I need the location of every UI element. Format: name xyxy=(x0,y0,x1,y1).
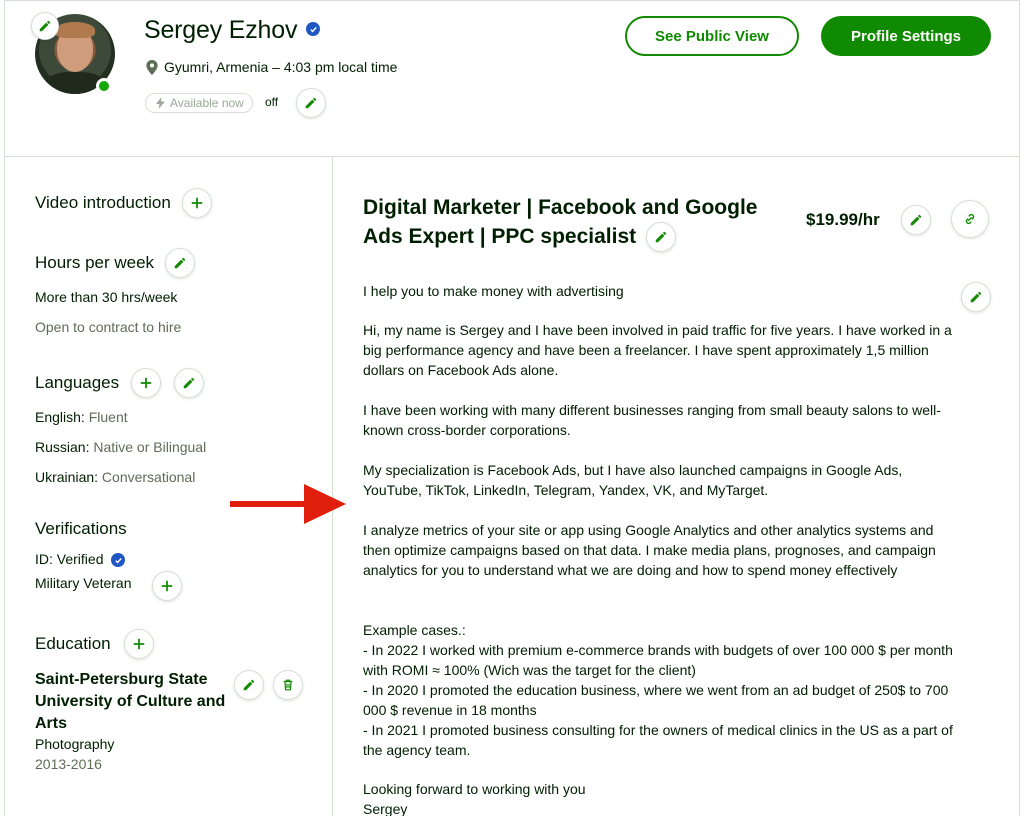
education-title: Education xyxy=(35,634,111,653)
trash-icon xyxy=(283,679,293,691)
language-item: Ukrainian: Conversational xyxy=(35,469,195,485)
overview-paragraph: I help you to make money with advertisin… xyxy=(363,283,624,299)
hours-title: Hours per week xyxy=(35,253,155,272)
arrow-annotation xyxy=(230,484,346,524)
location: Gyumri, Armenia – 4:03 pm local time xyxy=(146,59,397,75)
online-status-dot xyxy=(96,78,112,94)
edit-hours-button[interactable] xyxy=(165,248,195,278)
pencil-icon xyxy=(39,20,51,32)
edit-title-button[interactable] xyxy=(646,222,676,252)
edit-languages-button[interactable] xyxy=(174,368,204,398)
language-level: Fluent xyxy=(88,409,128,425)
verified-check-icon xyxy=(306,22,320,36)
pencil-icon xyxy=(910,214,922,226)
hours-value: More than 30 hrs/week xyxy=(35,289,178,305)
verified-check-icon xyxy=(111,553,125,567)
add-military-button[interactable] xyxy=(152,571,182,601)
overview-paragraph: I analyze metrics of your site or app us… xyxy=(363,522,936,578)
add-education-button[interactable] xyxy=(124,629,154,659)
header-divider xyxy=(4,156,1020,157)
pencil-icon xyxy=(655,231,667,243)
plus-icon xyxy=(161,580,173,592)
add-language-button[interactable] xyxy=(131,368,161,398)
overview-paragraph: Looking forward to working with you xyxy=(363,781,586,797)
overview-paragraph: - In 2020 I promoted the education busin… xyxy=(363,682,949,718)
language-item: Russian: Native or Bilingual xyxy=(35,439,206,455)
languages-title: Languages xyxy=(35,373,120,392)
plus-icon xyxy=(133,638,145,650)
language-level: Conversational xyxy=(101,469,196,485)
overview-paragraph: Sergey xyxy=(363,801,408,816)
link-icon xyxy=(965,213,975,225)
overview-paragraph: - In 2022 I worked with premium e-commer… xyxy=(363,642,953,678)
video-intro-title: Video introduction xyxy=(35,193,171,212)
overview-paragraph: I have been working with many different … xyxy=(363,402,941,438)
location-text: Gyumri, Armenia – 4:03 pm local time xyxy=(164,59,398,75)
availability-state: off xyxy=(265,95,279,109)
id-verified-label: ID: Verified xyxy=(35,551,104,567)
pencil-icon xyxy=(970,291,982,303)
education-years: 2013-2016 xyxy=(35,756,102,772)
language-name: English: xyxy=(35,409,85,425)
lightning-icon xyxy=(156,97,165,109)
overview-paragraph: - In 2021 I promoted business consulting… xyxy=(363,722,953,758)
language-item: English: Fluent xyxy=(35,409,128,425)
edit-availability-button[interactable] xyxy=(296,88,326,118)
profile-title: Digital Marketer | Facebook and Google A… xyxy=(363,196,758,248)
profile-settings-button[interactable]: Profile Settings xyxy=(821,16,991,56)
verifications-title: Verifications xyxy=(35,519,127,538)
profile-name: Sergey Ezhov xyxy=(144,16,298,44)
pencil-icon xyxy=(305,97,317,109)
pencil-icon xyxy=(243,679,255,691)
edit-rate-button[interactable] xyxy=(901,205,931,235)
overview-paragraph: Example cases.: xyxy=(363,622,466,638)
plus-icon xyxy=(191,197,203,209)
education-field: Photography xyxy=(35,736,115,752)
hourly-rate: $19.99/hr xyxy=(806,210,880,229)
see-public-view-button[interactable]: See Public View xyxy=(625,16,799,56)
overview-paragraph: My specialization is Facebook Ads, but I… xyxy=(363,462,903,498)
edit-education-button[interactable] xyxy=(234,670,264,700)
hours-note: Open to contract to hire xyxy=(35,319,182,335)
military-veteran-label: Military Veteran xyxy=(35,575,132,591)
pencil-icon xyxy=(183,377,195,389)
edit-avatar-button[interactable] xyxy=(31,12,59,40)
education-school: Saint-Petersburg State University of Cul… xyxy=(35,671,226,732)
pencil-icon xyxy=(174,257,186,269)
add-video-button[interactable] xyxy=(182,188,212,218)
plus-icon xyxy=(140,377,152,389)
overview-paragraph: Hi, my name is Sergey and I have been in… xyxy=(363,322,952,378)
availability-label: Available now xyxy=(170,96,244,110)
language-level: Native or Bilingual xyxy=(93,439,207,455)
location-pin-icon xyxy=(146,59,158,75)
language-name: Ukrainian: xyxy=(35,469,99,485)
copy-link-button[interactable] xyxy=(951,200,989,238)
availability-toggle[interactable]: Available now xyxy=(145,93,253,113)
edit-overview-button[interactable] xyxy=(961,282,991,312)
delete-education-button[interactable] xyxy=(273,670,303,700)
language-name: Russian: xyxy=(35,439,90,455)
